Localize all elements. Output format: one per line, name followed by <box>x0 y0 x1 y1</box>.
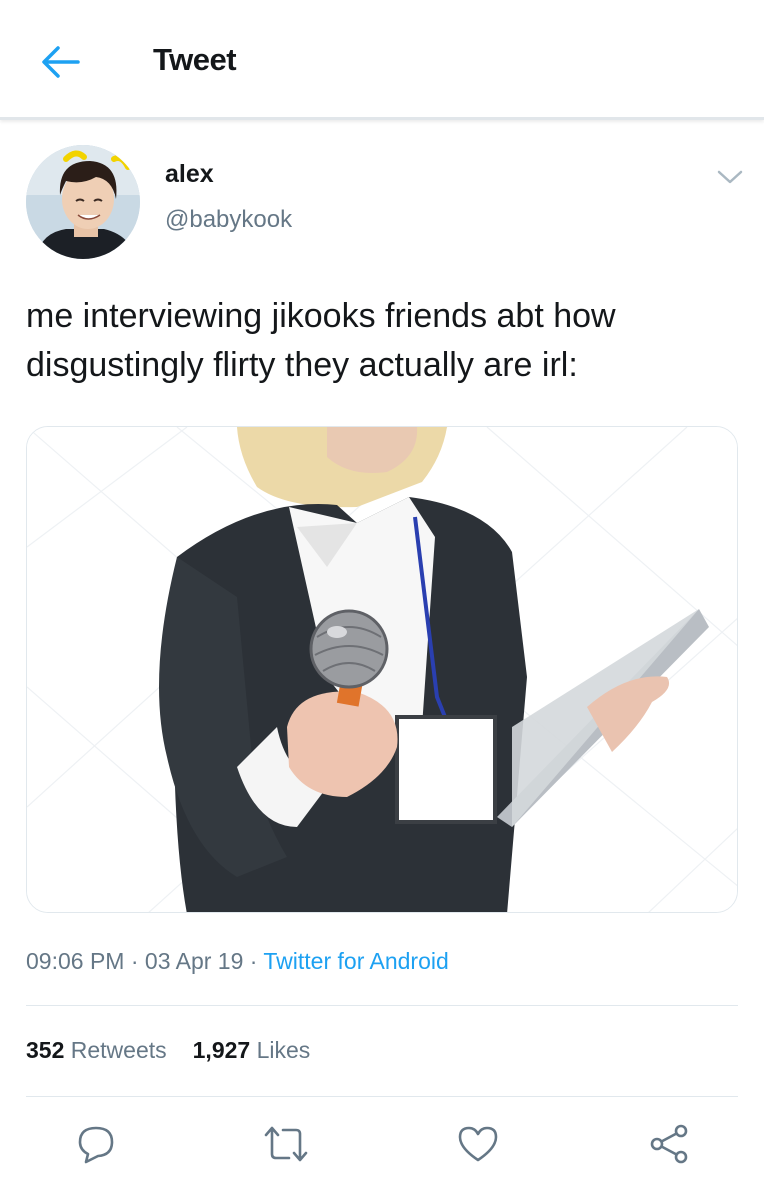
author-handle[interactable]: @babykook <box>165 206 292 234</box>
avatar[interactable] <box>26 145 140 259</box>
reply-button[interactable] <box>72 1120 120 1168</box>
share-icon <box>650 1124 688 1164</box>
heart-icon <box>458 1126 498 1162</box>
arrow-left-icon <box>42 46 80 78</box>
retweets-stat[interactable]: 352 Retweets <box>26 1037 167 1063</box>
chevron-down-icon <box>717 170 743 184</box>
tweet-date[interactable]: 03 Apr 19 <box>145 948 243 974</box>
retweet-button[interactable] <box>262 1120 310 1168</box>
tweet-stats: 352 Retweets 1,927 Likes <box>26 1037 310 1064</box>
like-button[interactable] <box>454 1120 502 1168</box>
likes-stat[interactable]: 1,927 Likes <box>193 1037 311 1063</box>
likes-label: Likes <box>256 1037 311 1063</box>
retweets-label: Retweets <box>70 1037 167 1063</box>
back-button[interactable] <box>36 38 84 86</box>
author-display-name[interactable]: alex <box>165 160 214 189</box>
retweet-icon <box>264 1126 308 1162</box>
tweet-source-link[interactable]: Twitter for Android <box>263 948 448 974</box>
tweet-meta: 09:06 PM · 03 Apr 19 · Twitter for Andro… <box>26 948 449 975</box>
meta-separator: · <box>124 948 145 974</box>
meta-separator: · <box>243 948 264 974</box>
divider <box>26 1096 738 1097</box>
page-title: Tweet <box>153 42 237 77</box>
tweet-text: me interviewing jikooks friends abt how … <box>26 297 616 384</box>
tweet-media-image[interactable] <box>26 426 738 913</box>
share-button[interactable] <box>645 1120 693 1168</box>
top-bar: Tweet <box>0 0 764 120</box>
reply-icon <box>78 1126 114 1164</box>
tweet-time[interactable]: 09:06 PM <box>26 948 124 974</box>
divider <box>26 1005 738 1006</box>
retweets-count: 352 <box>26 1037 65 1063</box>
tweet-menu-button[interactable] <box>712 162 748 192</box>
likes-count: 1,927 <box>192 1037 251 1063</box>
